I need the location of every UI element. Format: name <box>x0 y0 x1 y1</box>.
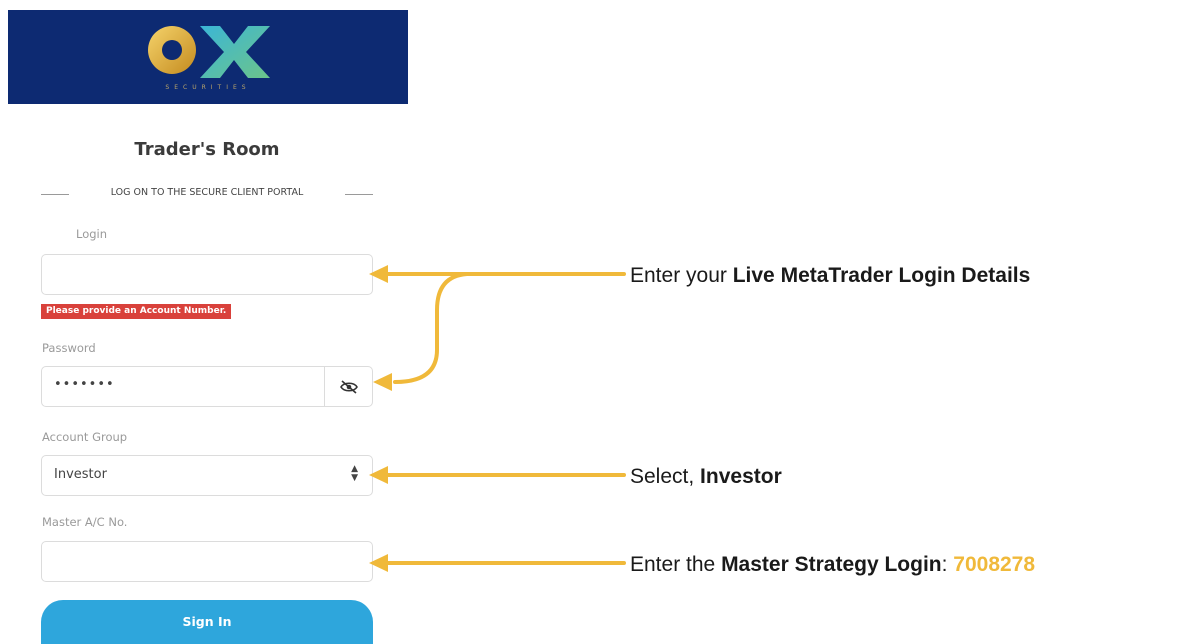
arrowhead-account-group <box>369 466 388 484</box>
arrowhead-master <box>369 554 388 572</box>
annotation-login: Enter your Live MetaTrader Login Details <box>630 264 1031 287</box>
arrowhead-password <box>373 373 392 391</box>
arrow-line-password <box>393 272 469 384</box>
annotation-master: Enter the Master Strategy Login: 7008278 <box>630 553 1036 576</box>
arrowhead-login <box>369 265 388 283</box>
annotation-arrows <box>369 265 626 572</box>
annotation-account-group: Select, Investor <box>630 465 782 488</box>
